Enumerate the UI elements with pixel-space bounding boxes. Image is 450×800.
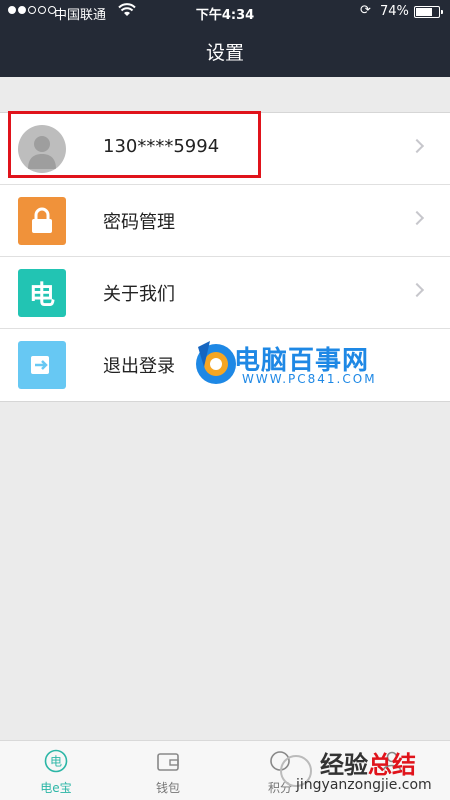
watermark-url: WWW.PC841.COM [242,372,377,386]
watermark-line1: 经验总结 [320,751,416,779]
top-bar: 中国联通 下午4:34 ⟳ 74% 设置 [0,0,450,77]
tab-wallet[interactable]: 钱包 [112,741,224,800]
password-label: 密码管理 [103,212,175,233]
lock-icon [18,197,66,245]
page-title: 设置 [205,42,244,64]
tab-label: 钱包 [155,781,180,795]
about-label: 关于我们 [103,284,175,305]
chevron-right-icon [409,138,425,154]
battery-icon [414,6,443,18]
dian-icon: 电 [18,269,66,317]
battery-percent: 74% [380,4,409,19]
tab-label: 电e宝 [40,781,72,795]
battery-fill [416,8,433,16]
watermark-jingyan: 经验总结 jingyanzongjie.com [276,745,446,797]
watermark-pc841: 电脑百事网 WWW.PC841.COM [190,337,405,392]
dian-e-bao-icon: 电 [44,749,68,773]
pc841-logo-icon [196,341,236,384]
status-bar: 中国联通 下午4:34 ⟳ 74% [0,0,450,24]
rotation-lock-icon: ⟳ [360,3,371,18]
svg-text:电: 电 [50,755,62,769]
chevron-right-icon [409,282,425,298]
exit-icon [18,341,66,389]
highlight-box [8,111,261,178]
watermark-url: jingyanzongjie.com [296,777,432,793]
logout-label: 退出登录 [103,356,175,377]
about-row[interactable]: 电 关于我们 [0,257,450,329]
chevron-right-icon [409,210,425,226]
tab-dian-e-bao[interactable]: 电 电e宝 [0,741,112,800]
wallet-icon [157,753,179,771]
password-row[interactable]: 密码管理 [0,185,450,257]
